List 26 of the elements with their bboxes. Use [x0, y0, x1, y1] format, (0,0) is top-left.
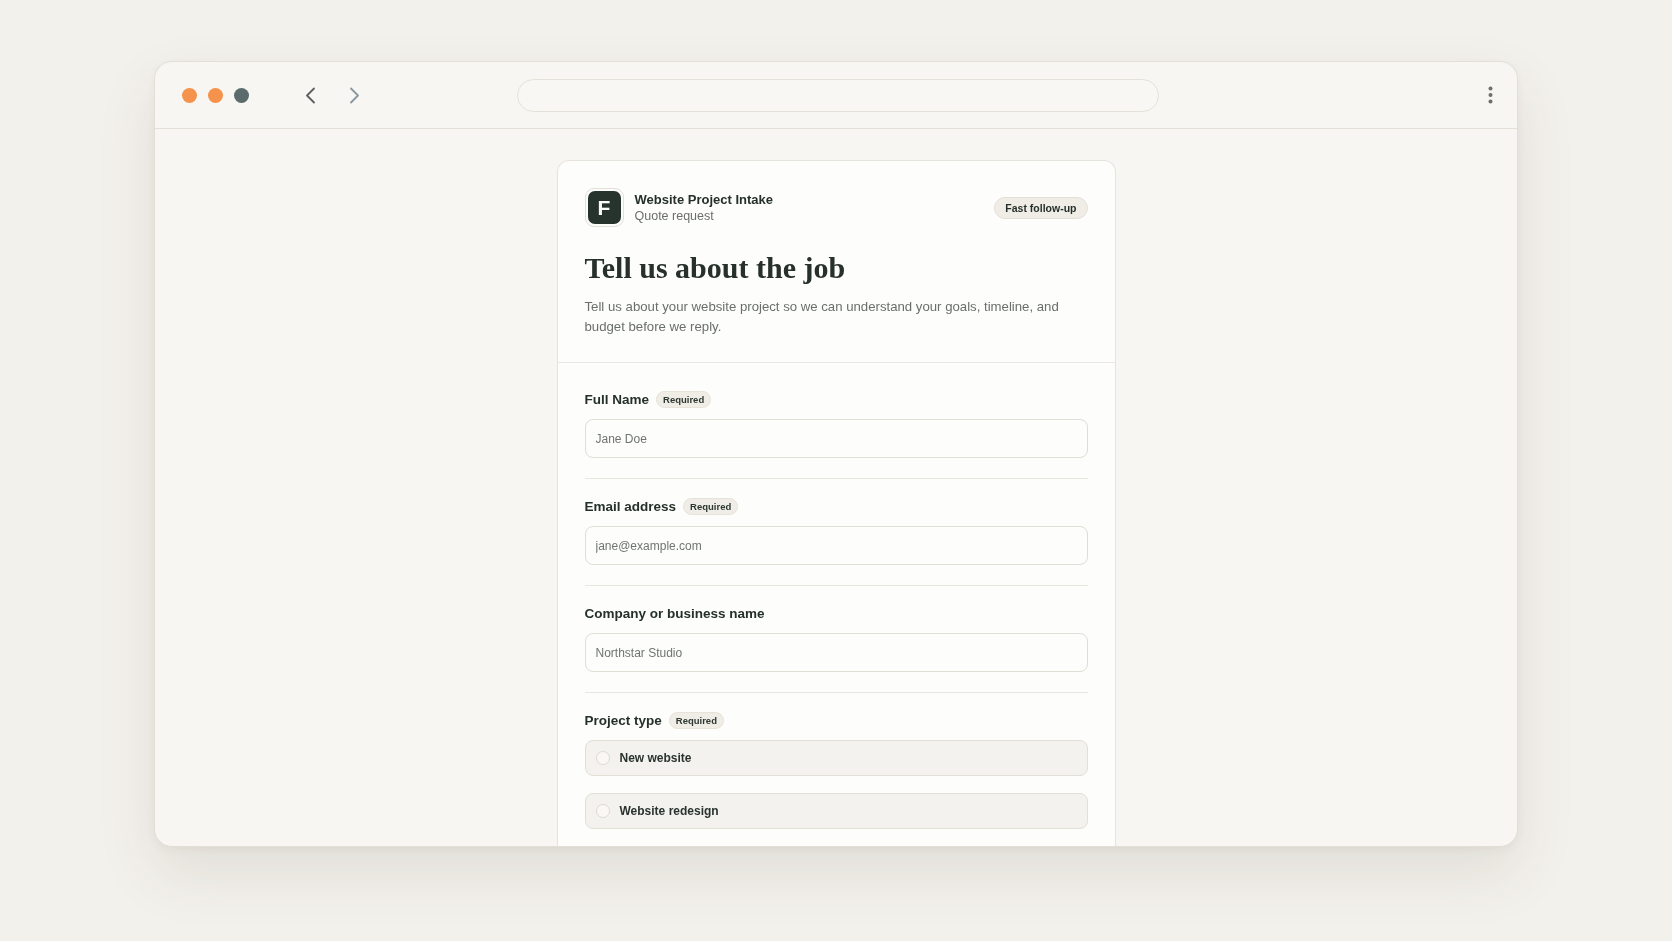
input-field[interactable]: jane@example.com: [584, 526, 1088, 565]
field-label: Email address: [584, 498, 677, 514]
back-icon[interactable]: [305, 86, 316, 104]
choice-option[interactable]: Website redesign: [584, 793, 1088, 829]
follow-up-badge: Fast follow-up: [994, 196, 1088, 219]
window-control-icon[interactable]: [182, 87, 197, 103]
more-icon[interactable]: [1488, 86, 1493, 104]
form-title: Website Project Intake: [634, 192, 773, 207]
choice-option[interactable]: New website: [584, 740, 1088, 776]
brand-logo: F: [584, 188, 624, 227]
required-badge: Required: [683, 497, 739, 515]
field-label: Company or business name: [584, 605, 765, 621]
required-badge: Required: [656, 390, 712, 408]
field-label: Full Name: [584, 391, 649, 407]
window-control-icon[interactable]: [234, 87, 249, 103]
required-badge: Required: [668, 711, 724, 729]
input-field[interactable]: Jane Doe: [584, 419, 1088, 458]
form-intro: Tell us about your website project so we can understand your goals, timeline, and budget before we reply.: [584, 298, 1060, 336]
radio-icon[interactable]: [595, 751, 610, 765]
radio-icon[interactable]: [595, 804, 610, 818]
window-control-icon[interactable]: [208, 87, 223, 103]
form-subtitle: Quote request: [634, 209, 715, 223]
field-label: Project type: [584, 712, 662, 728]
input-field[interactable]: Northstar Studio: [584, 633, 1088, 672]
form-heading: Tell us about the job: [584, 250, 847, 286]
address-bar[interactable]: [516, 78, 1159, 112]
